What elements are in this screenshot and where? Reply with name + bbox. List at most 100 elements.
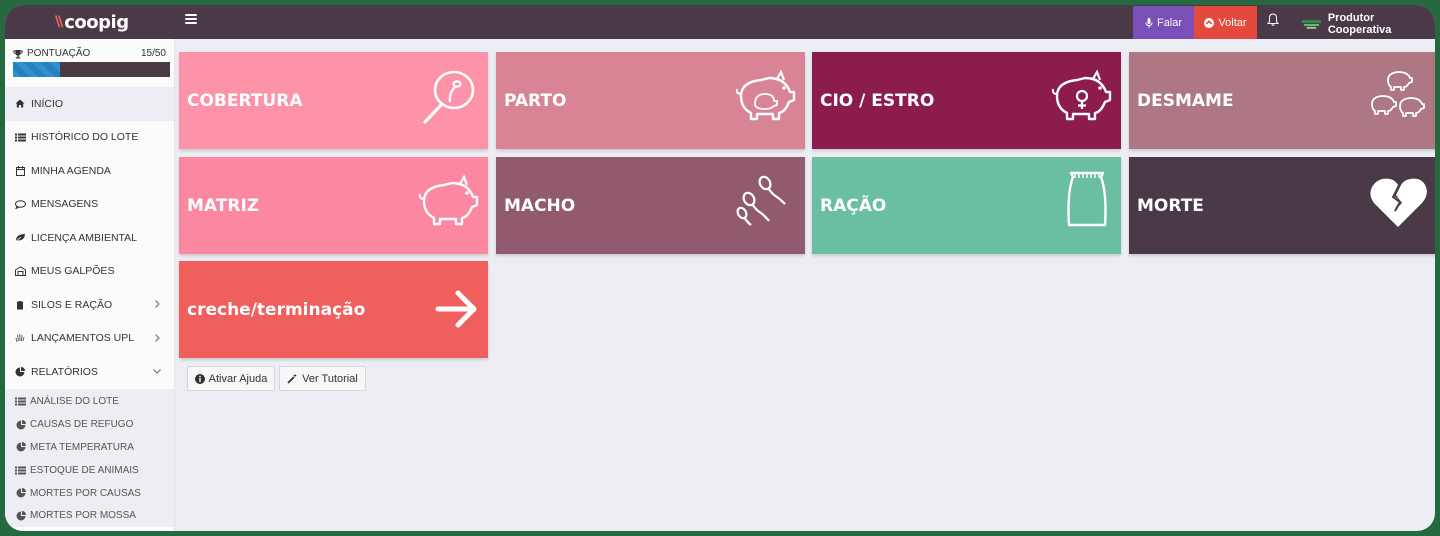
logo-mark: \\ <box>55 14 63 30</box>
ativar-ajuda-button[interactable]: Ativar Ajuda <box>187 366 275 391</box>
tile-macho[interactable]: MACHO <box>496 157 805 254</box>
hand-icon <box>15 334 25 343</box>
sidebar-item-label: MEUS GALPÕES <box>31 265 115 278</box>
ver-tutorial-button[interactable]: Ver Tutorial <box>279 366 366 391</box>
tile-label: MORTE <box>1137 195 1204 216</box>
sidebar-item-relatorios[interactable]: RELATÓRIOS <box>5 355 174 389</box>
tile-parto[interactable]: PARTO <box>496 52 805 149</box>
user-name: Produtor Cooperativa <box>1327 12 1392 36</box>
list-icon <box>15 397 26 406</box>
chat-icon <box>14 199 26 209</box>
sidebar-item-inicio[interactable]: INÍCIO <box>5 87 174 121</box>
submenu-item-estoque-de-animais[interactable]: ESTOQUE DE ANIMAIS <box>5 459 174 482</box>
tile-racao[interactable]: RAÇÃO <box>812 157 1121 254</box>
sidebar-item-meus-galpoes[interactable]: MEUS GALPÕES <box>5 255 174 289</box>
sidebar-item-label: HISTÓRICO DO LOTE <box>31 131 139 144</box>
sidebar-item-minha-agenda[interactable]: MINHA AGENDA <box>5 154 174 188</box>
submenu-item-label: CAUSAS DE REFUGO <box>30 419 134 431</box>
pie-chart-icon <box>16 442 26 452</box>
tile-desmame[interactable]: DESMAME <box>1129 52 1435 149</box>
logo-text: coopig <box>64 11 129 33</box>
submenu-item-label: ANÁLISE DO LOTE <box>30 396 119 408</box>
sidebar-item-label: MINHA AGENDA <box>31 164 111 177</box>
bell-icon[interactable] <box>1267 13 1279 27</box>
submenu-item-meta-temperatura[interactable]: META TEMPERATURA <box>5 436 174 459</box>
tile-label: DESMAME <box>1137 90 1234 111</box>
ativar-ajuda-label: Ativar Ajuda <box>208 372 268 385</box>
sidebar-item-mensagens[interactable]: MENSAGENS <box>5 188 174 222</box>
leaf-icon <box>14 234 25 243</box>
home-icon <box>15 99 25 108</box>
sidebar-item-silos-e-racao[interactable]: SILOS E RAÇÃO <box>5 288 174 322</box>
magnifier-icon <box>423 70 475 124</box>
sidebar-item-label: MENSAGENS <box>31 198 99 211</box>
sperm-icon <box>736 175 786 226</box>
tile-label: COBERTURA <box>187 90 303 111</box>
user-menu[interactable]: Produtor Cooperativa <box>1301 12 1435 36</box>
pie-chart-icon <box>15 366 25 377</box>
chevron-right-icon <box>155 300 160 308</box>
cooperative-logo-icon <box>1301 20 1321 29</box>
calendar-icon <box>15 165 25 176</box>
feed-bag-icon <box>1067 171 1107 227</box>
submenu-item-mortes-por-mossa[interactable]: MORTES POR MOSSA <box>5 504 174 527</box>
tile-label: CIO / ESTRO <box>820 90 935 111</box>
arrow-up-circle-icon <box>1204 17 1215 28</box>
tile-label: MACHO <box>504 195 576 216</box>
sidebar-item-label: INÍCIO <box>31 97 64 110</box>
info-circle-icon <box>194 373 205 384</box>
ver-tutorial-label: Ver Tutorial <box>302 372 358 385</box>
score-value: 15/50 <box>140 48 166 59</box>
barn-icon <box>14 266 26 277</box>
sidebar-item-historico-do-lote[interactable]: HISTÓRICO DO LOTE <box>5 121 174 155</box>
top-bar: \\ coopig Falar Voltar Produtor Cooperat… <box>5 5 1435 39</box>
pie-chart-icon <box>16 419 26 430</box>
microphone-icon <box>1145 17 1153 28</box>
tile-creche-terminacao[interactable]: creche/terminação <box>179 261 488 358</box>
relatorios-submenu: ANÁLISE DO LOTE CAUSAS DE REFUGO META TE… <box>5 388 174 528</box>
tile-matriz[interactable]: MATRIZ <box>179 157 488 254</box>
sidebar-item-label: SILOS E RAÇÃO <box>31 298 113 311</box>
trophy-icon <box>13 49 23 58</box>
tile-morte[interactable]: MORTE <box>1129 157 1435 254</box>
score-progress-fill <box>13 62 61 77</box>
falar-button[interactable]: Falar <box>1133 6 1194 39</box>
falar-label: Falar <box>1156 16 1183 29</box>
submenu-item-mortes-por-causas[interactable]: MORTES POR CAUSAS <box>5 482 174 505</box>
pie-chart-icon <box>16 488 26 498</box>
submenu-item-label: MORTES POR MOSSA <box>30 510 136 522</box>
submenu-item-causas-de-refugo[interactable]: CAUSAS DE REFUGO <box>5 413 174 436</box>
silo-icon <box>17 300 23 310</box>
chevron-down-icon <box>153 369 161 374</box>
score-panel: PONTUAÇÃO 15/50 <box>5 39 174 87</box>
submenu-item-label: META TEMPERATURA <box>30 441 134 453</box>
tile-label: creche/terminação <box>187 299 366 320</box>
tile-cio-estro[interactable]: CIO / ESTRO <box>812 52 1121 149</box>
score-progress-bar <box>13 62 170 77</box>
sidebar-item-lancamentos-upl[interactable]: LANÇAMENTOS UPL <box>5 322 174 356</box>
sidebar: PONTUAÇÃO 15/50 INÍCIO HISTÓRICO DO LOTE… <box>5 39 175 531</box>
magic-wand-icon <box>287 373 298 384</box>
broken-heart-icon <box>1370 178 1427 227</box>
app-logo[interactable]: \\ coopig <box>55 11 129 33</box>
menu-toggle-icon[interactable] <box>185 14 197 28</box>
voltar-button[interactable]: Voltar <box>1194 6 1257 39</box>
chevron-right-icon <box>155 333 160 342</box>
sidebar-item-label: RELATÓRIOS <box>31 365 98 378</box>
sidebar-item-label: LICENÇA AMBIENTAL <box>31 231 138 244</box>
tile-label: RAÇÃO <box>820 195 887 216</box>
score-label: PONTUAÇÃO <box>27 48 91 59</box>
piglets-icon <box>1371 71 1425 117</box>
submenu-item-label: MORTES POR CAUSAS <box>30 487 141 499</box>
sidebar-item-licenca-ambiental[interactable]: LICENÇA AMBIENTAL <box>5 221 174 255</box>
tile-label: MATRIZ <box>187 195 260 216</box>
list-icon <box>14 133 26 142</box>
tile-cobertura[interactable]: COBERTURA <box>179 52 488 149</box>
pregnant-pig-icon <box>735 69 796 121</box>
sidebar-item-label: LANÇAMENTOS UPL <box>31 332 135 345</box>
pig-icon <box>418 174 479 226</box>
tile-label: PARTO <box>504 90 567 111</box>
submenu-item-analise-do-lote[interactable]: ANÁLISE DO LOTE <box>5 391 174 414</box>
list-icon <box>15 466 26 475</box>
arrow-right-icon <box>435 290 477 328</box>
